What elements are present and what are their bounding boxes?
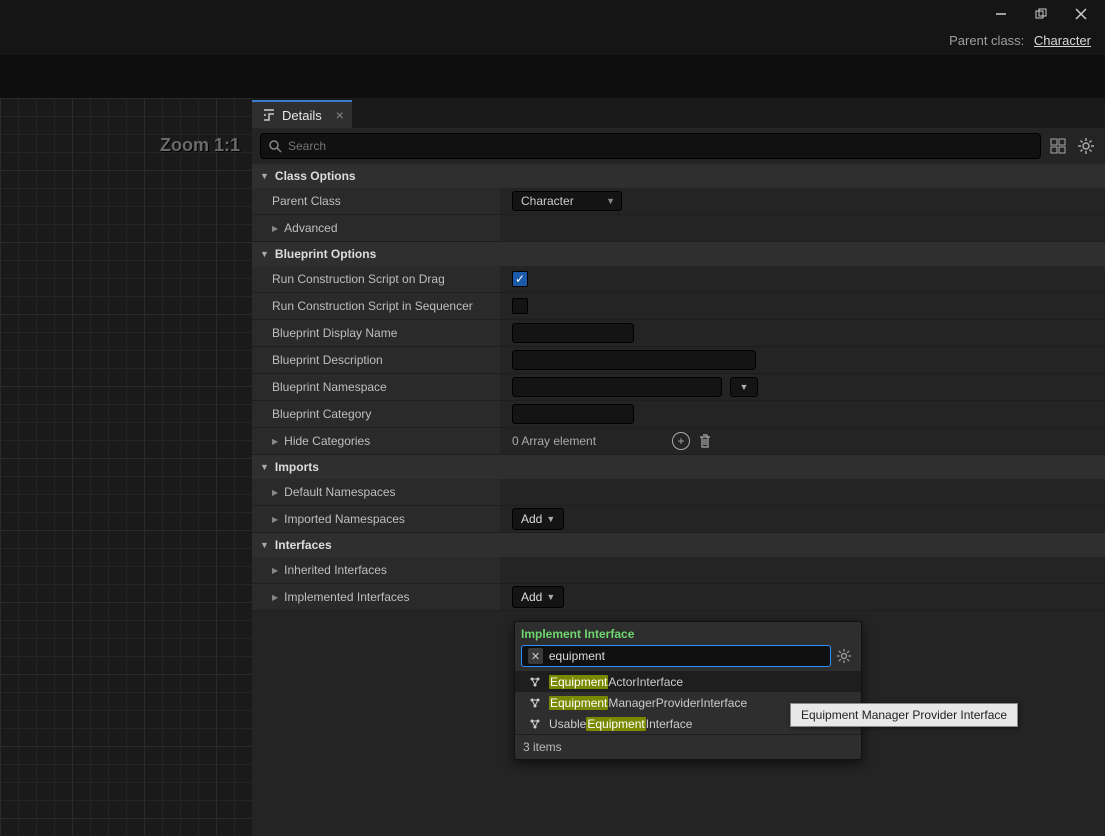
parent-class-link[interactable]: Character [1034, 33, 1091, 48]
popup-search-input[interactable] [549, 649, 824, 663]
array-add-icon[interactable]: + [672, 432, 690, 450]
add-namespace-button[interactable]: Add ▼ [512, 508, 564, 530]
window-minimize-icon[interactable] [981, 3, 1021, 25]
interface-icon [529, 676, 541, 688]
button-label: Add [521, 512, 542, 526]
dropdown-value: Character [521, 194, 574, 208]
row-label: Hide Categories [284, 434, 370, 448]
row-label: Implemented Interfaces [284, 590, 409, 604]
section-label: Imports [275, 460, 319, 474]
chevron-down-icon: ▼ [260, 462, 269, 472]
bp-namespace-picker[interactable]: ▼ [730, 377, 758, 397]
popup-search[interactable]: ✕ [521, 645, 831, 667]
property-matrix-icon[interactable] [1047, 135, 1069, 157]
chevron-down-icon: ▼ [260, 540, 269, 550]
search-input[interactable] [288, 139, 1032, 153]
popup-title: Implement Interface [515, 622, 861, 645]
row-label: Parent Class [272, 194, 341, 208]
popup-item[interactable]: EquipmentActorInterface [515, 671, 861, 692]
gear-icon[interactable] [1075, 135, 1097, 157]
chevron-down-icon: ▼ [606, 196, 615, 206]
chevron-down-icon: ▼ [546, 592, 555, 602]
close-icon[interactable]: × [336, 107, 344, 123]
chevron-right-icon[interactable]: ▶ [272, 488, 278, 497]
chevron-right-icon[interactable]: ▶ [272, 515, 278, 524]
interface-icon [529, 718, 541, 730]
section-label: Interfaces [275, 538, 332, 552]
chevron-right-icon[interactable]: ▶ [272, 593, 278, 602]
section-class-options[interactable]: ▼ Class Options [252, 164, 1105, 188]
details-icon [262, 108, 276, 122]
checkbox-run-cs-seq[interactable] [512, 298, 528, 314]
details-search[interactable] [260, 133, 1041, 159]
chevron-right-icon[interactable]: ▶ [272, 437, 278, 446]
search-icon [269, 140, 282, 153]
chevron-down-icon: ▼ [260, 249, 269, 259]
row-label: Blueprint Description [272, 353, 383, 367]
row-label: Blueprint Display Name [272, 326, 397, 340]
row-label: Blueprint Namespace [272, 380, 387, 394]
bp-display-name-input[interactable] [512, 323, 634, 343]
row-label: Blueprint Category [272, 407, 371, 421]
section-label: Class Options [275, 169, 356, 183]
tab-label: Details [282, 108, 322, 123]
section-imports[interactable]: ▼ Imports [252, 455, 1105, 479]
tab-details[interactable]: Details × [252, 100, 352, 128]
section-blueprint-options[interactable]: ▼ Blueprint Options [252, 242, 1105, 266]
gear-icon[interactable] [837, 649, 855, 663]
trash-icon[interactable] [698, 433, 712, 449]
array-count: 0 Array element [512, 434, 596, 448]
bp-description-input[interactable] [512, 350, 756, 370]
row-label: Default Namespaces [284, 485, 395, 499]
popup-count: 3 items [515, 734, 861, 759]
implement-interface-popup: Implement Interface ✕ EquipmentActorInte… [514, 621, 862, 760]
section-interfaces[interactable]: ▼ Interfaces [252, 533, 1105, 557]
row-label: Inherited Interfaces [284, 563, 387, 577]
window-restore-icon[interactable] [1021, 3, 1061, 25]
section-label: Blueprint Options [275, 247, 376, 261]
chevron-down-icon: ▼ [546, 514, 555, 524]
window-close-icon[interactable] [1061, 3, 1101, 25]
chevron-down-icon: ▼ [260, 171, 269, 181]
parent-class-dropdown[interactable]: Character ▼ [512, 191, 622, 211]
bp-namespace-input[interactable] [512, 377, 722, 397]
row-label: Imported Namespaces [284, 512, 405, 526]
bp-category-input[interactable] [512, 404, 634, 424]
chevron-right-icon[interactable]: ▶ [272, 224, 278, 233]
row-label: Advanced [284, 221, 337, 235]
clear-icon[interactable]: ✕ [528, 648, 543, 664]
parent-class-label: Parent class: [949, 33, 1024, 48]
checkbox-run-cs-drag[interactable]: ✓ [512, 271, 528, 287]
tooltip: Equipment Manager Provider Interface [790, 703, 1018, 727]
row-label: Run Construction Script in Sequencer [272, 299, 473, 313]
zoom-level: Zoom 1:1 [160, 135, 240, 156]
interface-icon [529, 697, 541, 709]
add-interface-button[interactable]: Add ▼ [512, 586, 564, 608]
button-label: Add [521, 590, 542, 604]
chevron-right-icon[interactable]: ▶ [272, 566, 278, 575]
row-label: Run Construction Script on Drag [272, 272, 445, 286]
